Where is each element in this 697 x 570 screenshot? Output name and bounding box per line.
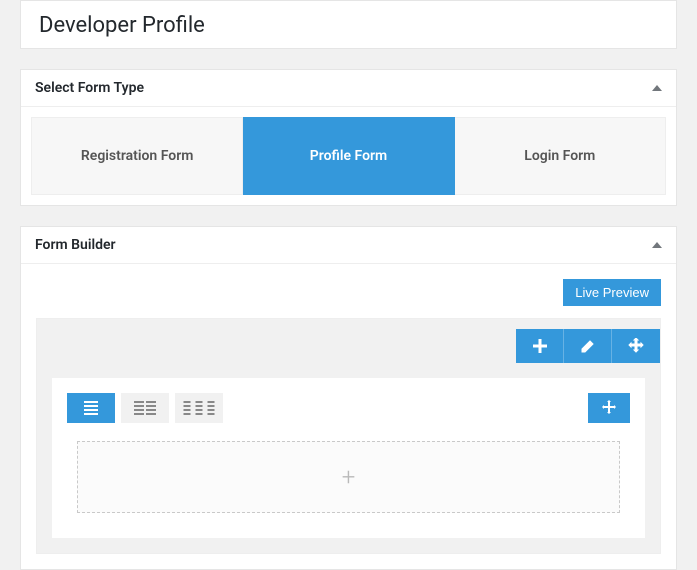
tab-registration-form[interactable]: Registration Form: [31, 117, 243, 195]
canvas-toolbar-group: [516, 329, 660, 363]
three-column-icon: [182, 401, 216, 415]
form-type-panel-header[interactable]: Select Form Type: [21, 70, 676, 107]
form-type-tabs: Registration Form Profile Form Login For…: [31, 117, 666, 195]
pencil-icon: [581, 339, 595, 353]
live-preview-button[interactable]: Live Preview: [563, 279, 661, 306]
edit-row-button[interactable]: [564, 329, 612, 363]
add-row-button[interactable]: [516, 329, 564, 363]
move-icon: [628, 338, 644, 354]
layout-two-column-button[interactable]: [121, 393, 169, 423]
live-preview-row: Live Preview: [36, 279, 661, 306]
layout-three-column-button[interactable]: [175, 393, 223, 423]
tab-profile-form[interactable]: Profile Form: [243, 117, 454, 195]
one-column-icon: [84, 401, 98, 415]
page-title-card: Developer Profile: [20, 0, 677, 49]
caret-up-icon: [652, 85, 662, 91]
form-builder-panel-header[interactable]: Form Builder: [21, 227, 676, 264]
plus-icon: +: [342, 465, 356, 489]
field-dropzone[interactable]: +: [77, 441, 620, 513]
move-row-button[interactable]: [612, 329, 660, 363]
plus-icon: [533, 339, 547, 353]
column-layout-choices: [67, 393, 223, 423]
form-builder-panel-title: Form Builder: [35, 237, 116, 253]
canvas-toolbar: [37, 319, 660, 363]
two-column-icon: [134, 401, 156, 415]
form-builder-body: Live Preview: [21, 264, 676, 569]
move-icon: [601, 400, 617, 416]
builder-row-header: [67, 393, 630, 423]
caret-up-icon: [652, 242, 662, 248]
form-builder-panel: Form Builder Live Preview: [20, 226, 677, 570]
layout-one-column-button[interactable]: [67, 393, 115, 423]
page-title: Developer Profile: [39, 13, 658, 38]
tab-login-form[interactable]: Login Form: [455, 117, 666, 195]
form-type-panel-body: Registration Form Profile Form Login For…: [21, 107, 676, 205]
form-type-panel-title: Select Form Type: [35, 80, 144, 96]
builder-canvas: +: [36, 318, 661, 554]
builder-row: +: [52, 378, 645, 538]
form-type-panel: Select Form Type Registration Form Profi…: [20, 69, 677, 206]
row-move-handle[interactable]: [588, 393, 630, 423]
